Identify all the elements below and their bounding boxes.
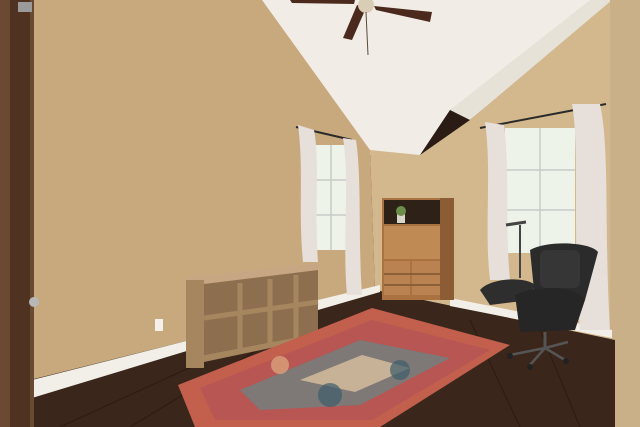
tall-cabinet: [382, 198, 454, 300]
room-photo: [0, 0, 640, 427]
room-scene: [0, 0, 640, 427]
door-panel: [10, 0, 30, 427]
door-handle: [29, 297, 39, 307]
wall-outlet: [155, 319, 163, 331]
potted-plant: [396, 206, 406, 223]
door-hinge: [18, 2, 32, 12]
